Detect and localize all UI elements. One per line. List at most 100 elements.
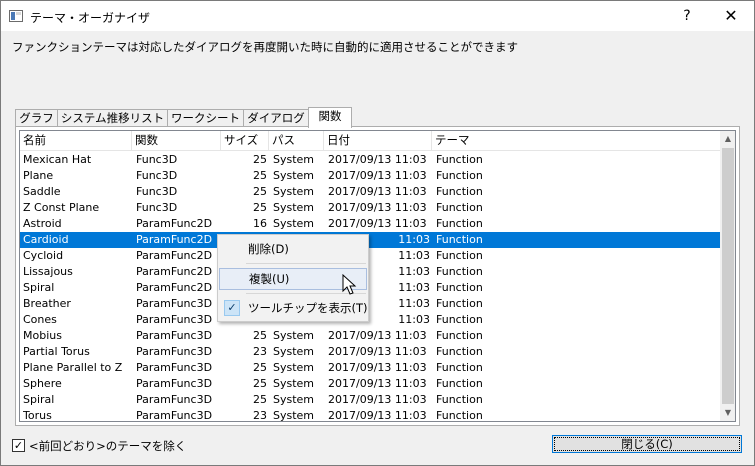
cell-name: Astroid (23, 217, 62, 230)
cell-size: 25 (253, 201, 267, 214)
cell-function: ParamFunc2D (136, 217, 213, 230)
cell-date: 2017/09/13 11:03 (328, 201, 427, 214)
tab-worksheet[interactable]: ワークシート (167, 109, 244, 127)
cell-date: 2017/09/13 11:03 (328, 377, 427, 390)
column-header-name[interactable]: 名前 (20, 131, 132, 151)
menu-item-label: ツールチップを表示(T) (248, 301, 368, 315)
menu-item-label: 複製(U) (249, 272, 290, 286)
cell-name: Sphere (23, 377, 62, 390)
cell-size: 25 (253, 153, 267, 166)
help-button[interactable]: ? (665, 5, 709, 27)
menu-item-delete[interactable]: 削除(D) (219, 238, 367, 260)
exclude-previous-checkbox[interactable]: ✓ (12, 439, 25, 452)
cell-size: 16 (253, 217, 267, 230)
cell-name: Spiral (23, 281, 55, 294)
cell-theme: Function (436, 297, 483, 310)
cell-theme: Function (436, 377, 483, 390)
cell-theme: Function (436, 265, 483, 278)
cell-path: System (273, 377, 315, 390)
column-header-size[interactable]: サイズ (221, 131, 269, 151)
window-title: テーマ・オーガナイザ (30, 11, 151, 25)
cell-date: 2017/09/13 11:03 (328, 329, 427, 342)
scrollbar-thumb[interactable] (722, 148, 734, 404)
table-row[interactable]: Plane Func3D 25 System 2017/09/13 11:03 Funct… (20, 168, 720, 184)
cell-date: 2017/09/13 11:03 (328, 409, 427, 422)
table-row[interactable]: Torus ParamFunc3D 23 System 2017/09/13 11:03… (20, 408, 720, 422)
cell-size: 23 (253, 409, 267, 422)
cell-function: ParamFunc3D (136, 409, 213, 422)
cell-path: System (273, 409, 315, 422)
cell-name: Mobius (23, 329, 62, 342)
cell-name: Saddle (23, 185, 61, 198)
column-header-path[interactable]: パス (269, 131, 324, 151)
table-row[interactable]: Sphere ParamFunc3D 25 System 2017/09/13 11:0… (20, 376, 720, 392)
cell-theme: Function (436, 361, 483, 374)
cell-function: ParamFunc2D (136, 281, 213, 294)
tab-function[interactable]: 関数 (308, 107, 352, 128)
tab-system-transition-list[interactable]: システム推移リスト (57, 109, 168, 127)
scroll-down-icon[interactable]: ▼ (720, 405, 735, 421)
table-row[interactable]: Mexican Hat Func3D 25 System 2017/09/13 11:0… (20, 152, 720, 168)
cell-name: Cardioid (23, 233, 69, 246)
menu-separator (246, 263, 366, 264)
table-row[interactable]: Cones ParamFunc3D 11:03 Function (20, 312, 720, 328)
app-icon (9, 10, 23, 22)
table-row[interactable]: Breather ParamFunc3D 11:03 Function (20, 296, 720, 312)
cell-name: Partial Torus (23, 345, 90, 358)
cell-size: 25 (253, 377, 267, 390)
cell-size: 25 (253, 361, 267, 374)
cell-date: 2017/09/13 11:03 (328, 185, 427, 198)
table-row[interactable]: Lissajous ParamFunc2D 11:03 Function (20, 264, 720, 280)
close-window-button[interactable]: ✕ (709, 5, 753, 27)
table-row[interactable]: Partial Torus ParamFunc3D 23 System 2017/09/… (20, 344, 720, 360)
table-row[interactable]: Astroid ParamFunc2D 16 System 2017/09/13 11:… (20, 216, 720, 232)
cell-theme: Function (436, 185, 483, 198)
table-row[interactable]: Mobius ParamFunc3D 25 System 2017/09/13 11:0… (20, 328, 720, 344)
cell-function: ParamFunc3D (136, 361, 213, 374)
cell-function: ParamFunc3D (136, 393, 213, 406)
theme-organizer-window: テーマ・オーガナイザ ? ✕ ファンクションテーマは対応したダイアログを再度開い… (0, 0, 755, 466)
cell-name: Z Const Plane (23, 201, 100, 214)
tab-graph[interactable]: グラフ (15, 109, 58, 127)
cell-size: 25 (253, 169, 267, 182)
column-header-date[interactable]: 日付 (324, 131, 432, 151)
menu-item-label: 削除(D) (248, 242, 289, 256)
cell-size: 25 (253, 393, 267, 406)
column-header-function[interactable]: 関数 (132, 131, 221, 151)
table-row[interactable]: Spiral ParamFunc3D 25 System 2017/09/13 11:0… (20, 392, 720, 408)
table-row[interactable]: Saddle Func3D 25 System 2017/09/13 11:03 Func… (20, 184, 720, 200)
cell-theme: Function (436, 233, 483, 246)
cell-date: 2017/09/13 11:03 (328, 169, 427, 182)
cell-date: 2017/09/13 11:03 (328, 393, 427, 406)
cell-theme: Function (436, 313, 483, 326)
table-row[interactable]: Spiral ParamFunc2D 11:03 Function (20, 280, 720, 296)
cell-theme: Function (436, 153, 483, 166)
cell-name: Cones (23, 313, 57, 326)
table-row[interactable]: Cardioid ParamFunc2D 11:03 Function (20, 232, 720, 248)
cell-name: Mexican Hat (23, 153, 92, 166)
theme-list[interactable]: 名前 関数 サイズ パス 日付 テーマ Mexican Hat Func3D 25 S… (19, 130, 736, 422)
cell-date: 2017/09/13 11:03 (328, 361, 427, 374)
cell-theme: Function (436, 329, 483, 342)
cell-theme: Function (436, 201, 483, 214)
cell-name: Breather (23, 297, 71, 310)
cell-size: 25 (253, 329, 267, 342)
exclude-previous-label[interactable]: <前回どおり>のテーマを除く (29, 438, 186, 454)
table-row[interactable]: Z Const Plane Func3D 25 System 2017/09/13 11… (20, 200, 720, 216)
tab-dialog[interactable]: ダイアログ (243, 109, 309, 127)
vertical-scrollbar[interactable]: ▲ ▼ (720, 131, 735, 421)
menu-item-show-tooltip[interactable]: ✓ ツールチップを表示(T) (219, 297, 368, 319)
table-row[interactable]: Cycloid ParamFunc2D 11:03 Function (20, 248, 720, 264)
cell-theme: Function (436, 281, 483, 294)
cell-function: ParamFunc3D (136, 329, 213, 342)
column-header-theme[interactable]: テーマ (432, 131, 720, 151)
cell-function: Func3D (136, 201, 178, 214)
cell-theme: Function (436, 169, 483, 182)
description-text: ファンクションテーマは対応したダイアログを再度開いた時に自動的に適用させることが… (12, 40, 518, 54)
scroll-up-icon[interactable]: ▲ (720, 131, 735, 147)
title-bar[interactable]: テーマ・オーガナイザ ? ✕ (1, 1, 754, 31)
cell-path: System (273, 153, 315, 166)
close-button[interactable]: 閉じる(C) (552, 435, 742, 453)
table-row[interactable]: Plane Parallel to Z ParamFunc3D 25 System 20… (20, 360, 720, 376)
cell-date: 2017/09/13 11:03 (328, 345, 427, 358)
